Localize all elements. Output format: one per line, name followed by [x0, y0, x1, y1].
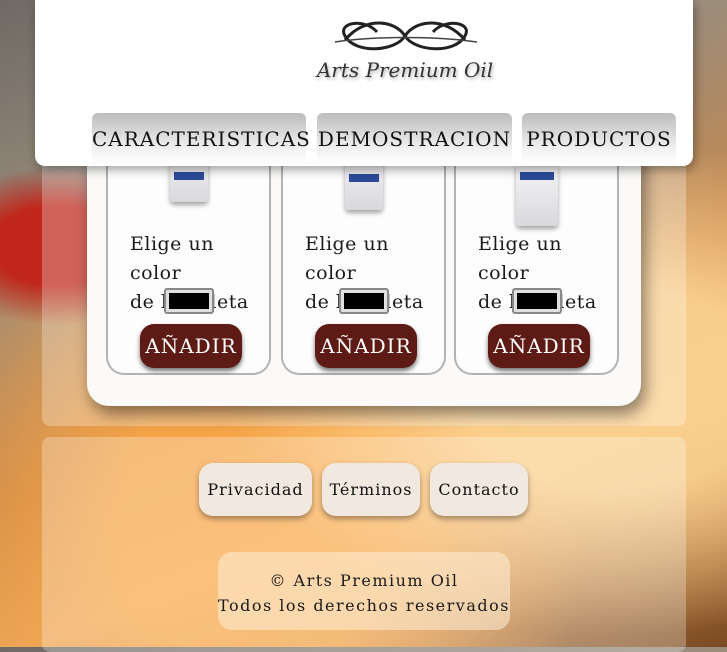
add-button[interactable]: AÑADIR — [140, 324, 242, 368]
nav-demostracion[interactable]: DEMOSTRACION — [317, 113, 512, 165]
add-button[interactable]: AÑADIR — [315, 324, 417, 368]
prompt-line: Elige un color — [478, 233, 562, 284]
product-card: Elige un color de la paleta AÑADIR — [106, 150, 271, 375]
contact-link[interactable]: Contacto — [430, 463, 528, 516]
logo-text: Arts Premium Oil — [316, 58, 494, 82]
site-logo[interactable]: Arts Premium Oil — [305, 14, 505, 84]
color-picker[interactable] — [164, 288, 214, 314]
site-header: Arts Premium Oil CARACTERISTICAS DEMOSTR… — [35, 0, 693, 166]
terms-link[interactable]: Términos — [322, 463, 420, 516]
privacy-link[interactable]: Privacidad — [199, 463, 312, 516]
nav-productos[interactable]: PRODUCTOS — [522, 113, 676, 165]
products-section: Elige un color de la paleta AÑADIR Elige… — [87, 150, 641, 406]
color-picker[interactable] — [512, 288, 562, 314]
copyright-line: © Arts Premium Oil — [269, 571, 459, 590]
rights-line: Todos los derechos reservados — [218, 596, 510, 615]
paint-tube-icon — [515, 164, 558, 226]
color-picker[interactable] — [339, 288, 389, 314]
prompt-line: Elige un color — [130, 233, 214, 284]
add-button[interactable]: AÑADIR — [488, 324, 590, 368]
product-card: Elige un color de la paleta AÑADIR — [454, 150, 619, 375]
nav-caracteristicas[interactable]: CARACTERISTICAS — [92, 113, 310, 165]
logo-flourish-icon — [334, 21, 478, 51]
copyright-box: © Arts Premium Oil Todos los derechos re… — [218, 552, 510, 630]
product-card: Elige un color de la paleta AÑADIR — [281, 150, 446, 375]
prompt-line: Elige un color — [305, 233, 389, 284]
